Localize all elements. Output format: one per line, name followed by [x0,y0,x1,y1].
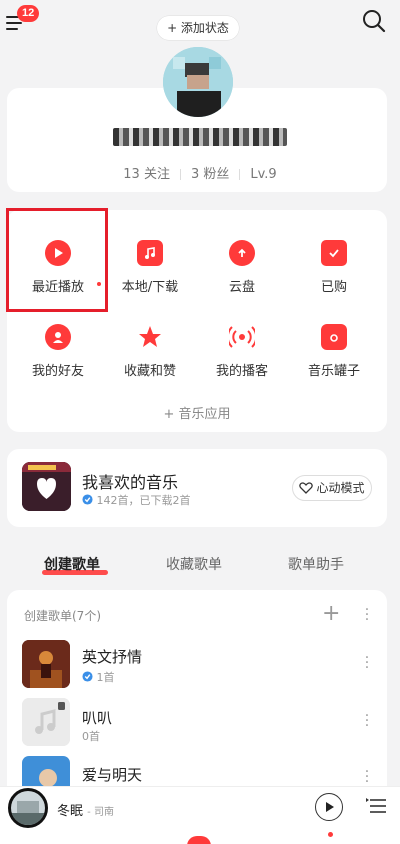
more-icon[interactable]: · · · [363,603,371,627]
heart-mode-button[interactable]: 心动模式 [292,475,372,501]
search-icon[interactable] [361,8,387,34]
downloaded-icon [82,494,93,505]
playlist-name[interactable]: 英文抒情 [82,646,142,667]
broadcast-icon [229,324,255,350]
music-note-icon [137,240,163,266]
favorite-title: 我喜欢的音乐 [82,473,179,492]
heart-icon [299,482,314,494]
song-title: 冬眠 [57,804,84,819]
star-icon [137,324,163,350]
fans-count[interactable]: 3 粉丝 [191,167,229,182]
recent-play-highlight [6,208,108,312]
playlist-queue-icon[interactable] [366,796,388,816]
playlist-header: 创建歌单(7个) [24,609,101,623]
add-status-button[interactable]: + 添加状态 [157,16,239,40]
tab-created-playlists[interactable]: 创建歌单 [44,554,100,574]
playlist-name[interactable]: 叭叭 [82,707,112,728]
profile-stats: 13 关注 3 粉丝 Lv.9 [0,163,400,182]
music-apps-button[interactable]: + 音乐应用 [7,403,387,422]
more-icon[interactable]: · · · [363,651,371,675]
shopping-bag-icon [321,240,347,266]
username: ■■■■■■■■■■■ [0,128,400,146]
notification-badge: 12 [17,5,40,22]
level-badge[interactable]: Lv.9 [250,167,276,182]
playlist-count: 1首 [82,669,115,685]
playlist-count: 0首 [82,730,100,743]
add-playlist-icon[interactable]: + [322,601,340,626]
downloaded-icon [82,671,93,682]
nav-notification-dot [328,832,333,837]
podcasts-item[interactable]: 我的播客 [196,324,288,379]
favorite-cover-image [22,462,71,511]
play-button[interactable] [315,793,343,821]
collections-item[interactable]: 收藏和赞 [104,324,196,379]
tab-playlist-assistant[interactable]: 歌单助手 [288,554,344,574]
now-playing-text: 冬眠 - 司南 [57,804,114,819]
menu-button[interactable]: 12 [6,5,40,34]
playlist-cover [22,698,70,746]
artist-name: 司南 [93,807,114,818]
jar-icon [321,324,347,350]
play-icon [326,802,334,812]
more-icon[interactable]: · · · [363,709,371,733]
purchased-item[interactable]: 已购 [288,240,380,295]
tab-collected-playlists[interactable]: 收藏歌单 [166,554,222,574]
album-disc[interactable] [8,788,48,828]
local-download-item[interactable]: 本地/下载 [97,240,196,295]
follow-count[interactable]: 13 关注 [123,167,170,182]
music-jar-item[interactable]: 音乐罐子 [288,324,380,379]
playlist-name[interactable]: 爱与明天 [82,764,142,785]
avatar[interactable] [163,47,233,117]
friends-item[interactable]: 我的好友 [12,324,104,379]
more-icon[interactable]: · · · [363,765,371,789]
cloud-item[interactable]: 云盘 [196,240,288,295]
cloud-upload-icon [229,240,255,266]
favorite-subtitle: 142首，已下载2首 [82,492,191,508]
playlist-cover [22,640,70,688]
person-icon [45,324,71,350]
